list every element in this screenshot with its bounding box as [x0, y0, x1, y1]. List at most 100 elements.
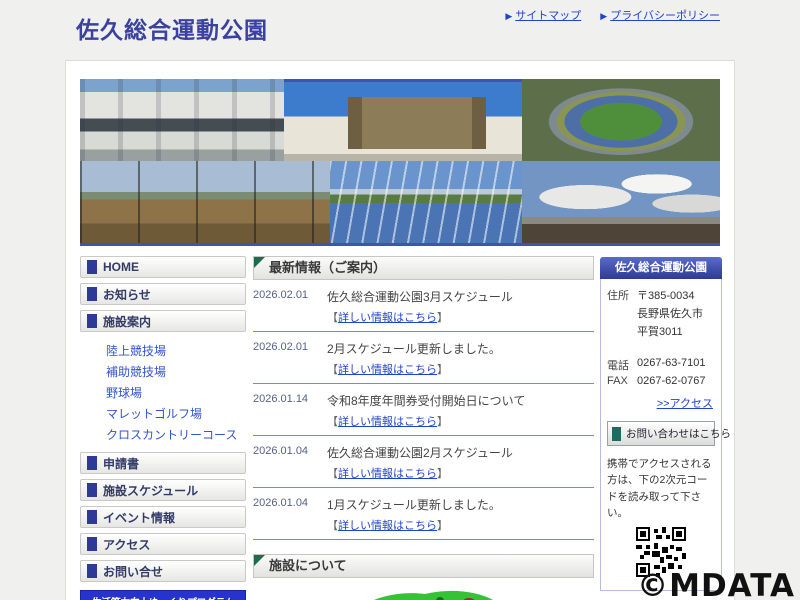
sidebar: HOME お知らせ 施設案内 陸上競技場 補助競技場 野球場 マレットゴルフ場 …: [80, 256, 246, 600]
tel-label: 電話: [607, 360, 629, 372]
tel-value: 0267-63-7101: [637, 357, 706, 369]
arrow-icon: ▶: [505, 11, 513, 21]
sidebar-item-applications[interactable]: 申請書: [80, 452, 246, 474]
address-line1: 長野県佐久市: [637, 308, 703, 320]
sidebar-item-news[interactable]: お知らせ: [80, 283, 246, 305]
menu-bullet-icon: [87, 537, 97, 551]
news-section-header: 最新情報（ご案内）: [253, 256, 594, 280]
fax-value: 0267-62-0767: [637, 375, 706, 387]
sidebar-item-facilities[interactable]: 施設案内: [80, 310, 246, 332]
news-text: 佐久総合運動公園3月スケジュール: [327, 290, 513, 304]
site-title: 佐久総合運動公園: [76, 17, 268, 43]
right-column: 佐久総合運動公園 住所 〒385-0034 長野県佐久市 平賀3011 電話 0…: [600, 257, 731, 600]
exercise-program-banner[interactable]: 生活筋力向上ゆっくりプログラム 生活習慣病予防体操 運動不足解消！自宅でできるゆ…: [80, 590, 246, 600]
page: ▶ サイトマップ ▶ プライバシーポリシー 佐久総合運動公園 HOME お知らせ…: [0, 0, 800, 600]
collage-row-top: [80, 79, 720, 164]
news-detail-link[interactable]: 詳しい情報はこちら: [338, 416, 437, 428]
news-date: 2026.02.01: [253, 341, 309, 353]
contact-bullet-icon: [612, 426, 621, 441]
news-text: 1月スケジュール更新しました。: [327, 498, 501, 512]
menu-bullet-icon: [87, 483, 97, 497]
park-map: クロスカントリーコース 陸上競技場 管理棟: [253, 582, 594, 600]
photo-baseball-field: [80, 161, 330, 243]
sidebar-item-label: HOME: [103, 260, 139, 274]
sidebar-item-home[interactable]: HOME: [80, 256, 246, 278]
address-label: 住所: [607, 290, 629, 302]
bracket: 【: [327, 520, 338, 532]
submenu-link-baseball-field[interactable]: 野球場: [106, 384, 246, 401]
facility-section-title: 施設について: [269, 558, 347, 573]
access-link[interactable]: >>アクセス: [607, 395, 713, 411]
news-item: 2026.01.04 1月スケジュール更新しました。 【詳しい情報はこちら】: [253, 488, 594, 540]
news-detail-link[interactable]: 詳しい情報はこちら: [338, 312, 437, 324]
sidebar-item-contact[interactable]: お問い合せ: [80, 560, 246, 582]
news-date: 2026.01.14: [253, 393, 309, 405]
bracket: 【: [327, 364, 338, 376]
photo-aerial-stadium: [522, 79, 720, 161]
menu-bullet-icon: [87, 510, 97, 524]
address-line2: 平賀3011: [637, 326, 683, 338]
corner-fold-icon: [254, 555, 265, 566]
facility-section: 施設について: [253, 554, 594, 600]
arrow-icon: ▶: [600, 11, 608, 21]
park-area: [374, 590, 493, 600]
news-section-title: 最新情報（ご案内）: [269, 260, 387, 275]
photo-stadium-entrance: [80, 79, 284, 161]
bracket: 】: [437, 312, 448, 324]
photo-winter-grounds: [522, 161, 720, 243]
sidebar-item-label: 申請書: [103, 456, 140, 471]
news-detail-link[interactable]: 詳しい情報はこちら: [338, 364, 437, 376]
sidebar-item-label: イベント情報: [103, 510, 176, 525]
submenu-link-athletics-field[interactable]: 陸上競技場: [106, 342, 246, 359]
menu-bullet-icon: [87, 314, 97, 328]
news-item: 2026.01.04 佐久総合運動公園2月スケジュール 【詳しい情報はこちら】: [253, 436, 594, 488]
bracket: 【: [327, 416, 338, 428]
sidebar-item-label: お問い合せ: [103, 564, 164, 579]
news-text: 令和8年度年間券受付開始日について: [327, 394, 526, 408]
corner-fold-icon: [254, 257, 265, 268]
bracket: 【: [327, 312, 338, 324]
submenu-link-cross-country[interactable]: クロスカントリーコース: [106, 426, 246, 443]
sidebar-item-access[interactable]: アクセス: [80, 533, 246, 555]
news-date: 2026.01.04: [253, 445, 309, 457]
privacy-policy-link[interactable]: ▶ プライバシーポリシー: [600, 10, 720, 22]
contact-button[interactable]: お問い合わせはこちら: [607, 421, 731, 446]
sidebar-item-label: 施設スケジュール: [103, 483, 199, 498]
utility-nav: ▶ サイトマップ ▶ プライバシーポリシー: [489, 7, 720, 23]
contact-button-label: お問い合わせはこちら: [626, 428, 731, 440]
sidebar-item-events[interactable]: イベント情報: [80, 506, 246, 528]
address-value: 〒385-0034 長野県佐久市 平賀3011: [637, 287, 703, 341]
news-text: 佐久総合運動公園2月スケジュール: [327, 446, 513, 460]
facilities-submenu: 陸上競技場 補助競技場 野球場 マレットゴルフ場 クロスカントリーコース: [80, 337, 246, 452]
news-detail-link[interactable]: 詳しい情報はこちら: [338, 520, 437, 532]
bracket: 【: [327, 468, 338, 480]
sitemap-link-label: サイトマップ: [515, 10, 582, 22]
submenu-link-auxiliary-field[interactable]: 補助競技場: [106, 363, 246, 380]
sitemap-link[interactable]: ▶ サイトマップ: [505, 10, 581, 22]
bracket: 】: [437, 520, 448, 532]
banner-line1: 生活筋力向上ゆっくりプログラム: [81, 591, 245, 600]
photo-collage: [80, 79, 720, 246]
news-item: 2026.02.01 佐久総合運動公園3月スケジュール 【詳しい情報はこちら】: [253, 280, 594, 332]
park-info-header: 佐久総合運動公園: [600, 257, 722, 279]
postal-code: 〒385-0034: [637, 290, 695, 302]
photo-running-track: [330, 161, 522, 243]
content-card: HOME お知らせ 施設案内 陸上競技場 補助競技場 野球場 マレットゴルフ場 …: [65, 60, 735, 600]
menu-bullet-icon: [87, 287, 97, 301]
news-text: 2月スケジュール更新しました。: [327, 342, 501, 356]
bracket: 】: [437, 416, 448, 428]
menu-bullet-icon: [87, 260, 97, 274]
sidebar-item-label: 施設案内: [103, 314, 152, 329]
news-item: 2026.02.01 2月スケジュール更新しました。 【詳しい情報はこちら】: [253, 332, 594, 384]
submenu-link-mallet-golf[interactable]: マレットゴルフ場: [106, 405, 246, 422]
bracket: 】: [437, 468, 448, 480]
bracket: 】: [437, 364, 448, 376]
facility-section-header: 施設について: [253, 554, 594, 578]
news-date: 2026.02.01: [253, 289, 309, 301]
sidebar-item-schedule[interactable]: 施設スケジュール: [80, 479, 246, 501]
fax-label: FAX: [607, 375, 628, 387]
menu-bullet-icon: [87, 456, 97, 470]
collage-row-bottom: [80, 161, 720, 243]
sidebar-item-label: お知らせ: [103, 287, 151, 302]
news-detail-link[interactable]: 詳しい情報はこちら: [338, 468, 437, 480]
